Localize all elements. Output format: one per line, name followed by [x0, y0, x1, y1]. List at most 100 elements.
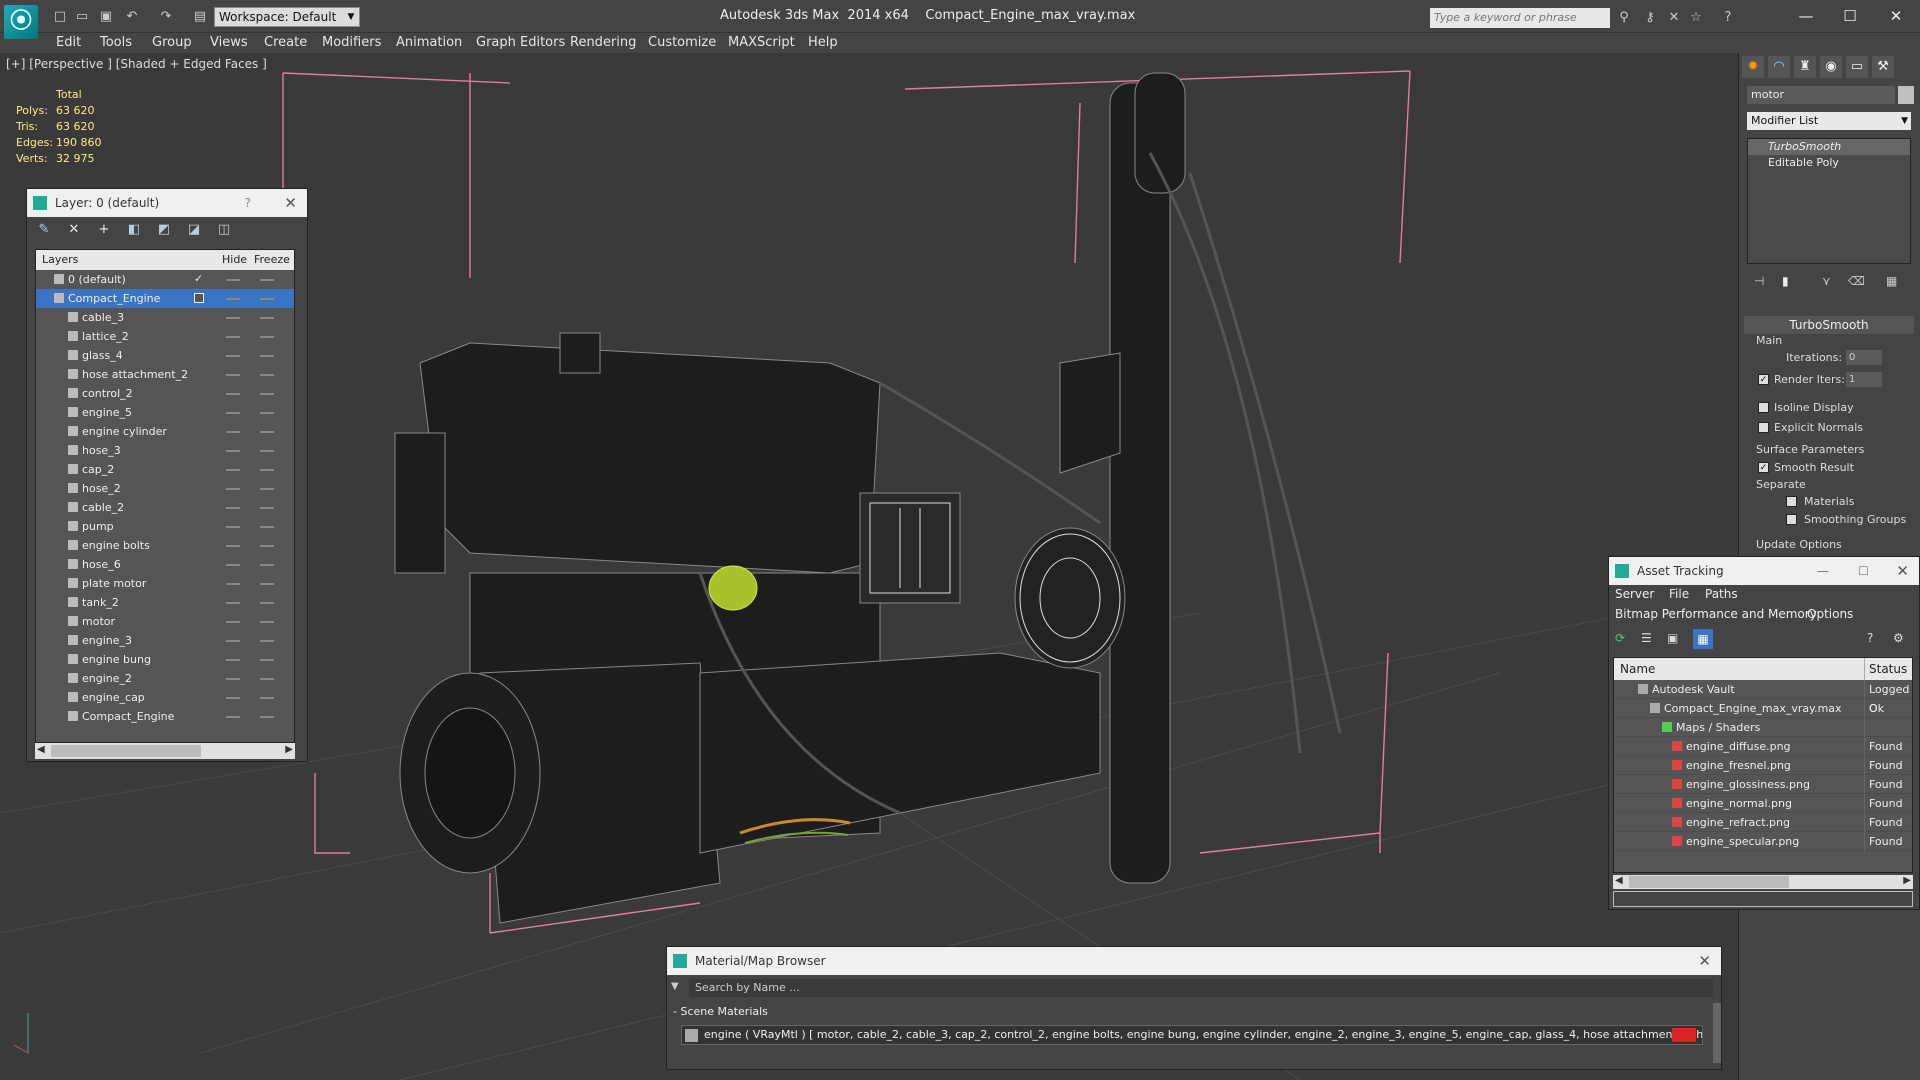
- freeze-toggle[interactable]: [260, 602, 274, 604]
- freeze-toggle[interactable]: [260, 279, 274, 281]
- new-file-icon[interactable]: □: [50, 7, 70, 27]
- material-scrollbar[interactable]: [1713, 1003, 1721, 1063]
- refresh-icon[interactable]: ⟳: [1615, 631, 1625, 645]
- hide-toggle[interactable]: [226, 564, 240, 566]
- layer-row[interactable]: control_2: [36, 384, 294, 403]
- hide-toggle[interactable]: [226, 621, 240, 623]
- scroll-right-icon[interactable]: ▶: [1903, 875, 1911, 886]
- layer-row[interactable]: engine bolts: [36, 536, 294, 555]
- layer-row[interactable]: engine_5: [36, 403, 294, 422]
- scene-materials-group[interactable]: - Scene Materials: [673, 1005, 768, 1018]
- hide-toggle[interactable]: [226, 450, 240, 452]
- layer-row[interactable]: hose_6: [36, 555, 294, 574]
- hide-toggle[interactable]: [226, 545, 240, 547]
- hide-toggle[interactable]: [226, 583, 240, 585]
- delete-layer-icon[interactable]: ✕: [65, 221, 83, 239]
- freeze-all-icon[interactable]: ◫: [215, 221, 233, 239]
- highlight-layer-icon[interactable]: ◩: [155, 221, 173, 239]
- freeze-toggle[interactable]: [260, 564, 274, 566]
- layer-row[interactable]: hose_3: [36, 441, 294, 460]
- freeze-toggle[interactable]: [260, 374, 274, 376]
- layer-row[interactable]: hose_2: [36, 479, 294, 498]
- layer-row[interactable]: plate motor: [36, 574, 294, 593]
- freeze-toggle[interactable]: [260, 697, 274, 699]
- hide-toggle[interactable]: [226, 431, 240, 433]
- layer-row[interactable]: glass_4: [36, 346, 294, 365]
- menu-views[interactable]: Views: [210, 33, 248, 53]
- layer-row[interactable]: motor: [36, 612, 294, 631]
- hide-toggle[interactable]: [226, 336, 240, 338]
- hide-toggle[interactable]: [226, 412, 240, 414]
- chevron-down-icon[interactable]: ▼: [342, 7, 360, 27]
- asset-row[interactable]: engine_fresnel.png Found: [1614, 756, 1912, 775]
- maximize-button[interactable]: ☐: [1828, 4, 1872, 28]
- remove-modifier-icon[interactable]: ⌫: [1848, 274, 1865, 288]
- select-objects-icon[interactable]: ◧: [125, 221, 143, 239]
- freeze-toggle[interactable]: [260, 545, 274, 547]
- pin-stack-icon[interactable]: ⊣: [1754, 274, 1764, 288]
- hide-toggle[interactable]: [226, 355, 240, 357]
- smooth-result-checkbox[interactable]: ✓: [1758, 462, 1769, 473]
- workspace-dropdown[interactable]: Workspace: Default: [214, 7, 360, 27]
- create-layer-icon[interactable]: ✎: [35, 221, 53, 239]
- hide-toggle[interactable]: [226, 659, 240, 661]
- save-file-icon[interactable]: ▣: [96, 7, 116, 27]
- search-input[interactable]: Type a keyword or phrase: [1430, 8, 1610, 28]
- menu-help[interactable]: Help: [808, 33, 838, 53]
- col-layers[interactable]: Layers: [42, 253, 78, 266]
- material-search-input[interactable]: Search by Name ...: [689, 979, 1713, 997]
- freeze-toggle[interactable]: [260, 488, 274, 490]
- menu-tools[interactable]: Tools: [100, 33, 132, 53]
- object-color-swatch[interactable]: [1898, 86, 1914, 104]
- show-end-result-icon[interactable]: ▮: [1782, 274, 1789, 288]
- app-logo-icon[interactable]: ⦿: [4, 5, 38, 39]
- motion-tab-icon[interactable]: ◉: [1820, 56, 1842, 78]
- binoculars-icon[interactable]: ⚲: [1614, 8, 1634, 28]
- asset-row[interactable]: engine_diffuse.png Found: [1614, 737, 1912, 756]
- freeze-toggle[interactable]: [260, 716, 274, 718]
- stack-item-turbosmooth[interactable]: TurboSmooth: [1748, 139, 1910, 155]
- hide-toggle[interactable]: [226, 317, 240, 319]
- freeze-toggle[interactable]: [260, 526, 274, 528]
- create-tab-icon[interactable]: ✹: [1742, 56, 1764, 78]
- menu-customize[interactable]: Customize: [648, 33, 716, 53]
- hide-toggle[interactable]: [226, 507, 240, 509]
- hide-toggle[interactable]: [226, 716, 240, 718]
- hierarchy-tab-icon[interactable]: ♜: [1794, 56, 1816, 78]
- hide-toggle[interactable]: [226, 298, 240, 300]
- thumbnail-view-icon[interactable]: ▣: [1667, 631, 1678, 645]
- menu-create[interactable]: Create: [264, 33, 307, 53]
- menu-options[interactable]: Options: [1807, 607, 1853, 621]
- settings-icon[interactable]: ⚙: [1893, 631, 1904, 645]
- layer-row[interactable]: engine bung: [36, 650, 294, 669]
- close-icon[interactable]: ✕: [1698, 947, 1711, 975]
- menu-paths[interactable]: Paths: [1705, 587, 1738, 601]
- layer-scrollbar[interactable]: ◀ ▶: [35, 743, 295, 759]
- hide-toggle[interactable]: [226, 640, 240, 642]
- redo-icon[interactable]: ↷: [156, 7, 176, 27]
- utilities-tab-icon[interactable]: ⚒: [1872, 56, 1894, 78]
- layer-row[interactable]: 0 (default) ✓: [36, 270, 294, 289]
- layer-row[interactable]: engine_2: [36, 669, 294, 688]
- close-icon[interactable]: ✕: [284, 189, 297, 217]
- modifier-list-dropdown[interactable]: Modifier List ▼: [1747, 112, 1911, 130]
- freeze-toggle[interactable]: [260, 659, 274, 661]
- hide-all-icon[interactable]: ◪: [185, 221, 203, 239]
- freeze-toggle[interactable]: [260, 336, 274, 338]
- layer-row[interactable]: cap_2: [36, 460, 294, 479]
- layer-row[interactable]: tank_2: [36, 593, 294, 612]
- project-folder-icon[interactable]: ▤: [190, 7, 210, 27]
- menu-edit[interactable]: Edit: [56, 33, 81, 53]
- smoothing-groups-checkbox[interactable]: [1786, 514, 1797, 525]
- asset-row[interactable]: engine_normal.png Found: [1614, 794, 1912, 813]
- freeze-toggle[interactable]: [260, 355, 274, 357]
- scroll-left-icon[interactable]: ◀: [37, 744, 45, 755]
- material-entry[interactable]: engine ( VRayMtl ) [ motor, cable_2, cab…: [681, 1025, 1703, 1045]
- current-layer-check-icon[interactable]: ✓: [194, 272, 203, 285]
- scroll-thumb[interactable]: [51, 745, 201, 757]
- scroll-thumb[interactable]: [1629, 876, 1789, 888]
- hide-toggle[interactable]: [226, 469, 240, 471]
- hide-toggle[interactable]: [226, 697, 240, 699]
- asset-row[interactable]: engine_specular.png Found: [1614, 832, 1912, 851]
- make-unique-icon[interactable]: ⋎: [1822, 274, 1831, 288]
